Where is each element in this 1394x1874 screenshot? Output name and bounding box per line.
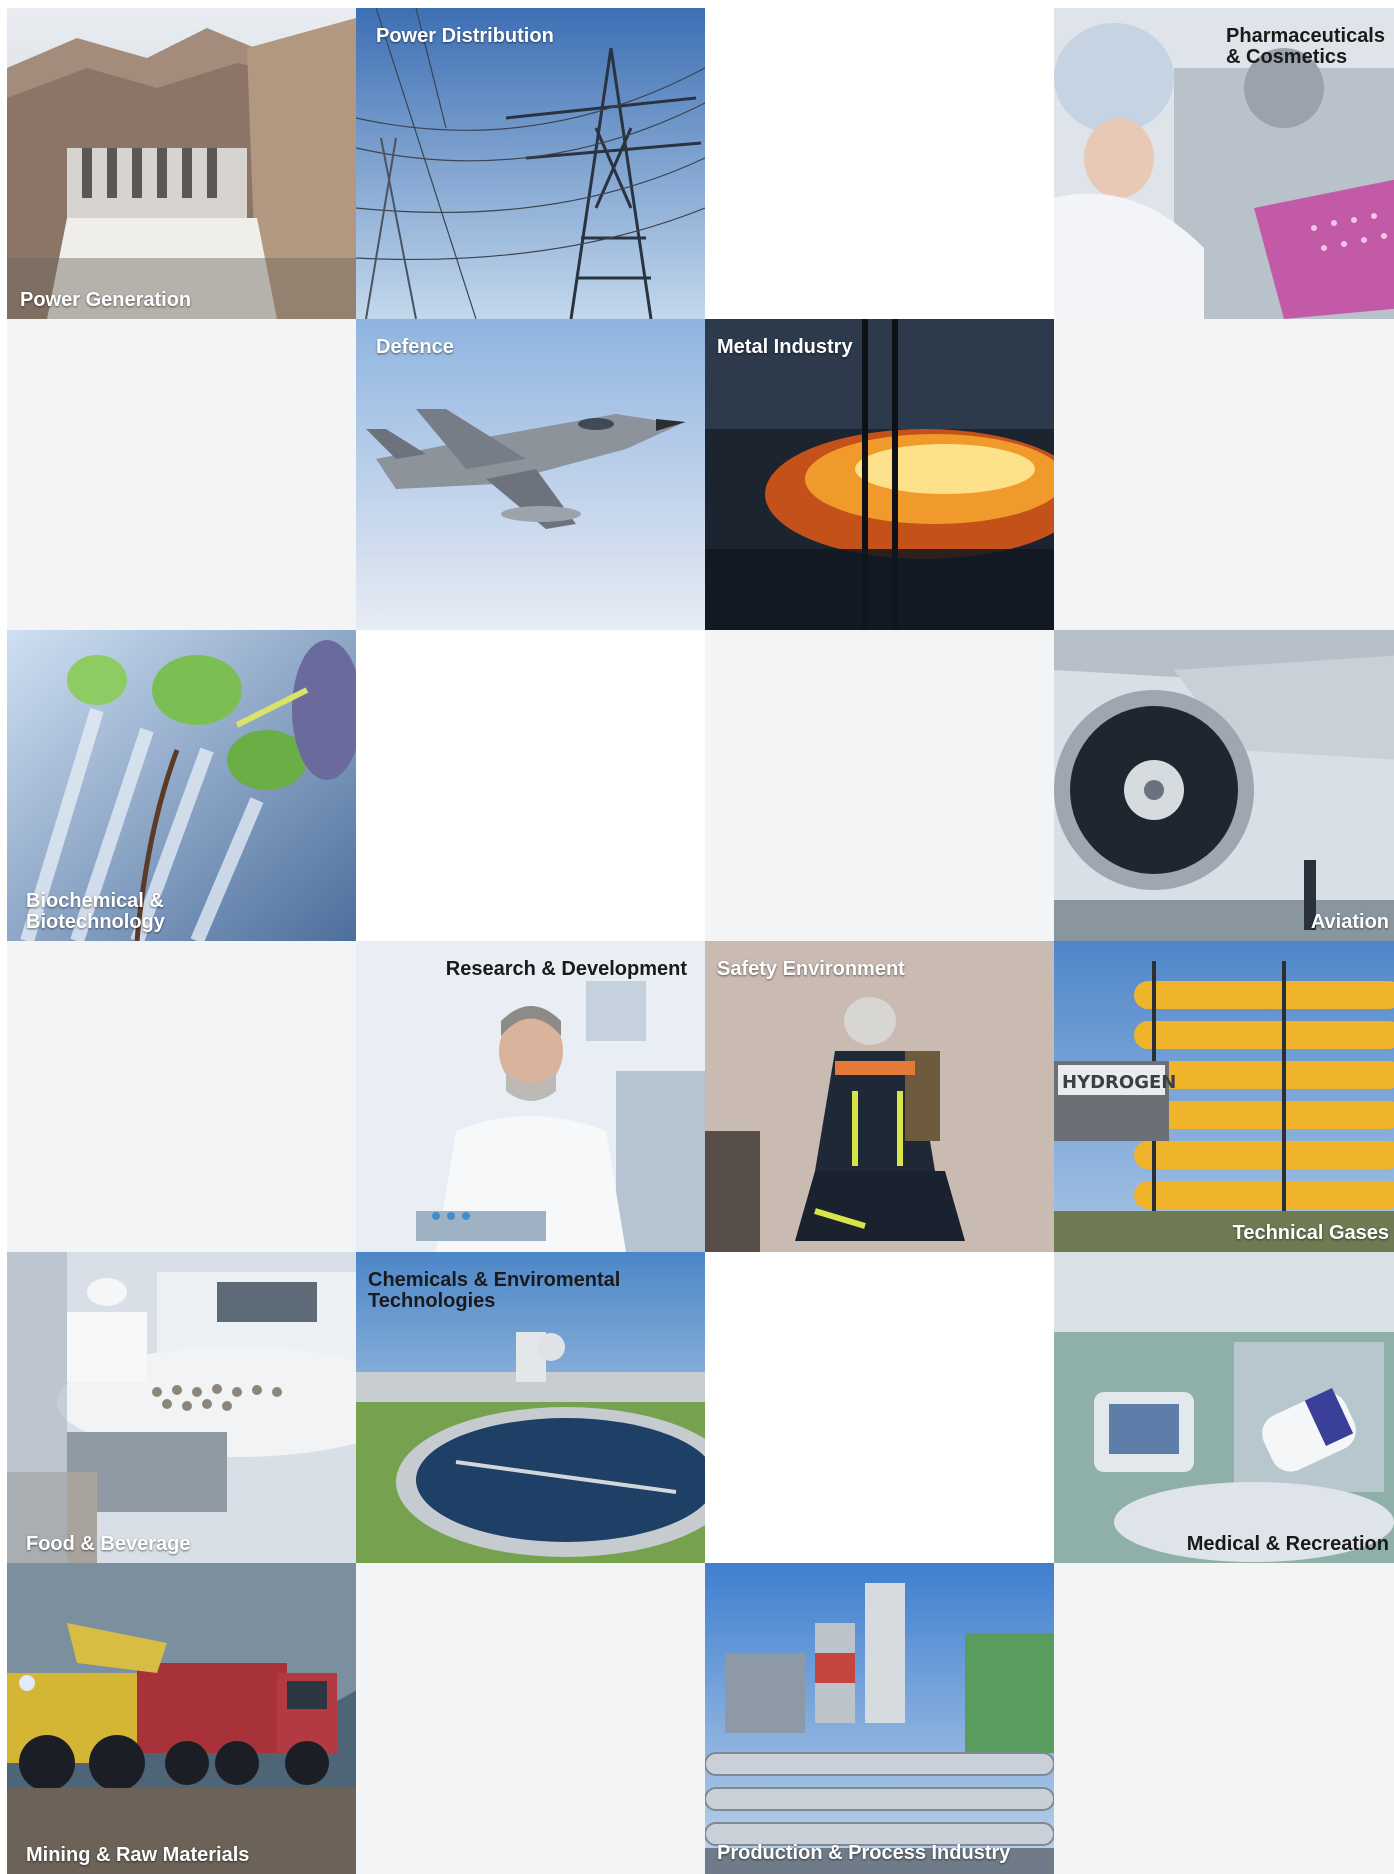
tile-label: Pharmaceuticals & Cosmetics bbox=[1226, 25, 1385, 68]
tile-power-distribution[interactable]: Power Distribution bbox=[356, 8, 705, 319]
dam-image bbox=[7, 8, 356, 319]
tile-label: Chemicals & Enviromental Technologies bbox=[368, 1269, 621, 1312]
tile-label: Biochemical & Biotechnology bbox=[26, 890, 165, 933]
empty-tile bbox=[7, 319, 356, 630]
industry-tile-grid: Power Generation Power Distribution Phar… bbox=[7, 8, 1394, 1874]
empty-tile bbox=[705, 630, 1054, 941]
tile-aviation[interactable]: Aviation bbox=[1054, 630, 1394, 941]
food-production-image bbox=[7, 1252, 356, 1563]
tile-food[interactable]: Food & Beverage bbox=[7, 1252, 356, 1563]
tile-label: Metal Industry bbox=[717, 336, 853, 358]
tile-label: Power Generation bbox=[20, 289, 192, 311]
hydrogen-sign-text: HYDROGEN bbox=[1062, 1072, 1176, 1093]
tile-defence[interactable]: Defence bbox=[356, 319, 705, 630]
power-pylon-image bbox=[356, 8, 705, 319]
medical-device-image bbox=[1054, 1252, 1394, 1563]
gas-cylinders-image: HYDROGEN bbox=[1054, 941, 1394, 1252]
tile-label: Aviation bbox=[1310, 911, 1389, 933]
tile-label: Safety Environment bbox=[717, 958, 905, 980]
fighter-jet-image bbox=[356, 319, 705, 630]
tile-production[interactable]: Production & Process Industry bbox=[705, 1563, 1054, 1874]
tile-label: Technical Gases bbox=[1232, 1222, 1389, 1244]
jet-engine-image bbox=[1054, 630, 1394, 941]
empty-tile bbox=[1054, 319, 1394, 630]
tile-metal-industry[interactable]: Metal Industry bbox=[705, 319, 1054, 630]
tile-chemicals[interactable]: Chemicals & Enviromental Technologies bbox=[356, 1252, 705, 1563]
glowing-metal-image bbox=[705, 319, 1054, 630]
empty-tile bbox=[705, 1252, 1054, 1563]
tile-label: Defence bbox=[376, 336, 454, 358]
tile-pharmaceuticals[interactable]: Pharmaceuticals & Cosmetics bbox=[1054, 8, 1394, 319]
tile-technical-gases[interactable]: HYDROGEN Technical Gases bbox=[1054, 941, 1394, 1252]
process-plant-image bbox=[705, 1563, 1054, 1874]
tile-label: Mining & Raw Materials bbox=[26, 1844, 250, 1866]
scientist-image bbox=[356, 941, 705, 1252]
empty-tile bbox=[356, 630, 705, 941]
tile-safety[interactable]: Safety Environment bbox=[705, 941, 1054, 1252]
tile-label: Production & Process Industry bbox=[717, 1842, 1011, 1864]
tile-power-generation[interactable]: Power Generation bbox=[7, 8, 356, 319]
tile-medical[interactable]: Medical & Recreation bbox=[1054, 1252, 1394, 1563]
tile-label: Research & Development bbox=[445, 958, 687, 980]
tile-label: Food & Beverage bbox=[26, 1533, 191, 1555]
empty-tile bbox=[1054, 1563, 1394, 1874]
firefighter-image bbox=[705, 941, 1054, 1252]
empty-tile bbox=[7, 941, 356, 1252]
tile-label: Medical & Recreation bbox=[1186, 1533, 1389, 1555]
tile-research[interactable]: Research & Development bbox=[356, 941, 705, 1252]
mining-truck-image bbox=[7, 1563, 356, 1874]
tile-label: Power Distribution bbox=[376, 25, 554, 47]
tile-mining[interactable]: Mining & Raw Materials bbox=[7, 1563, 356, 1874]
empty-tile bbox=[705, 8, 1054, 319]
tile-biochemical[interactable]: Biochemical & Biotechnology bbox=[7, 630, 356, 941]
empty-tile bbox=[356, 1563, 705, 1874]
